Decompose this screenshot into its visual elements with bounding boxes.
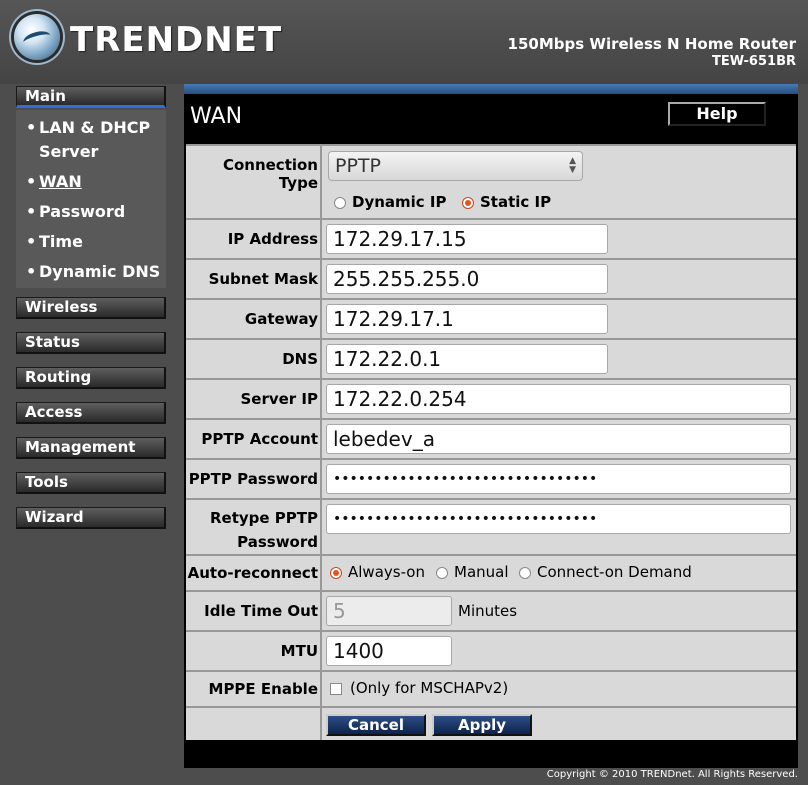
pptp-password-label: PPTP Password bbox=[186, 460, 320, 498]
checkbox-icon bbox=[330, 682, 342, 695]
nav-status[interactable]: Status bbox=[16, 332, 166, 354]
copyright: Copyright © 2010 TRENDnet. All Rights Re… bbox=[546, 769, 798, 780]
ip-address-row: IP Address 172.29.17.15 bbox=[186, 220, 796, 258]
retype-password-row: Retype PPTP Password ••••••••••••••••••••… bbox=[186, 500, 796, 554]
pptp-password-row: PPTP Password ••••••••••••••••••••••••••… bbox=[186, 460, 796, 498]
idle-time-out-row: Idle Time Out 5 Minutes bbox=[186, 592, 796, 630]
gateway-input[interactable]: 172.29.17.1 bbox=[326, 304, 608, 334]
server-ip-row: Server IP 172.22.0.254 bbox=[186, 380, 796, 418]
cancel-button[interactable]: Cancel bbox=[326, 714, 426, 736]
mppe-checkbox[interactable]: (Only for MSCHAPv2) bbox=[330, 679, 508, 697]
retype-password-input[interactable]: •••••••••••••••••••••••••••••••• bbox=[326, 504, 791, 534]
subnet-mask-label: Subnet Mask bbox=[186, 260, 320, 298]
auto-reconnect-label: Auto-reconnect bbox=[186, 556, 320, 590]
button-row: Cancel Apply bbox=[186, 708, 796, 740]
submenu-password[interactable]: • Password bbox=[26, 200, 125, 224]
pptp-account-label: PPTP Account bbox=[186, 420, 320, 458]
radio-dynamic-ip[interactable]: Dynamic IP bbox=[334, 193, 447, 211]
nav-tools[interactable]: Tools bbox=[16, 472, 166, 494]
submenu-dynamic-dns[interactable]: • Dynamic DNS bbox=[26, 260, 160, 284]
panel-top-bar bbox=[184, 84, 798, 94]
dns-row: DNS 172.22.0.1 bbox=[186, 340, 796, 378]
mtu-input[interactable]: 1400 bbox=[326, 636, 452, 666]
server-ip-input[interactable]: 172.22.0.254 bbox=[326, 384, 791, 414]
pptp-account-input[interactable]: lebedev_a bbox=[326, 424, 791, 454]
radio-static-ip[interactable]: Static IP bbox=[462, 193, 551, 211]
main-submenu: • LAN & DHCP Server • WAN • Password • Time •… bbox=[16, 110, 166, 288]
idle-time-out-label: Idle Time Out bbox=[186, 592, 320, 630]
mtu-row: MTU 1400 bbox=[186, 632, 796, 670]
retype-password-label: Retype PPTP Password bbox=[186, 500, 320, 554]
page-title: WAN bbox=[190, 104, 243, 129]
dns-input[interactable]: 172.22.0.1 bbox=[326, 344, 608, 374]
gateway-row: Gateway 172.29.17.1 bbox=[186, 300, 796, 338]
radio-selected-icon bbox=[462, 196, 474, 209]
nav-main[interactable]: Main bbox=[16, 86, 166, 108]
apply-button[interactable]: Apply bbox=[432, 714, 532, 736]
ip-address-input[interactable]: 172.29.17.15 bbox=[326, 224, 608, 254]
subnet-mask-input[interactable]: 255.255.255.0 bbox=[326, 264, 608, 294]
submenu-lan-dhcp[interactable]: • LAN & DHCP Server bbox=[26, 116, 150, 164]
wan-form: Connection Type PPTP ▲ ▼ Dynamic IP Stati… bbox=[186, 144, 796, 740]
radio-connect-on-demand[interactable]: Connect-on Demand bbox=[519, 563, 692, 581]
brand-logo-text: TRENDNET bbox=[70, 20, 283, 60]
pptp-password-input[interactable]: •••••••••••••••••••••••••••••••• bbox=[326, 464, 791, 494]
minutes-unit: Minutes bbox=[458, 602, 518, 620]
wan-panel: WAN Help Connection Type PPTP ▲ ▼ Dynamic… bbox=[184, 84, 798, 768]
connection-type-label: Connection Type bbox=[186, 146, 320, 218]
radio-always-on[interactable]: Always-on bbox=[330, 563, 425, 581]
idle-time-out-input[interactable]: 5 bbox=[326, 596, 452, 626]
select-arrows-icon: ▲ ▼ bbox=[569, 156, 576, 175]
help-button[interactable]: Help bbox=[668, 102, 766, 126]
auto-reconnect-row: Auto-reconnect Always-on Manual Connect-… bbox=[186, 556, 796, 590]
header: TRENDNET 150Mbps Wireless N Home Router … bbox=[0, 0, 808, 84]
mppe-label: MPPE Enable bbox=[186, 672, 320, 706]
product-line: 150Mbps Wireless N Home Router bbox=[507, 35, 796, 53]
dns-label: DNS bbox=[186, 340, 320, 378]
mtu-label: MTU bbox=[186, 632, 320, 670]
gateway-label: Gateway bbox=[186, 300, 320, 338]
radio-icon bbox=[334, 196, 346, 209]
nav-management[interactable]: Management bbox=[16, 437, 166, 459]
radio-icon bbox=[519, 566, 531, 579]
pptp-account-row: PPTP Account lebedev_a bbox=[186, 420, 796, 458]
submenu-time[interactable]: • Time bbox=[26, 230, 83, 254]
nav-access[interactable]: Access bbox=[16, 402, 166, 424]
nav-wizard[interactable]: Wizard bbox=[16, 507, 166, 529]
radio-selected-icon bbox=[330, 566, 342, 579]
radio-icon bbox=[436, 566, 448, 579]
product-info: 150Mbps Wireless N Home Router TEW-651BR bbox=[508, 36, 796, 70]
connection-type-select[interactable]: PPTP ▲ ▼ bbox=[328, 151, 583, 181]
ip-address-label: IP Address bbox=[186, 220, 320, 258]
subnet-mask-row: Subnet Mask 255.255.255.0 bbox=[186, 260, 796, 298]
trendnet-logo-icon bbox=[14, 14, 60, 60]
nav-wireless[interactable]: Wireless bbox=[16, 297, 166, 319]
mppe-row: MPPE Enable (Only for MSCHAPv2) bbox=[186, 672, 796, 706]
nav-routing[interactable]: Routing bbox=[16, 367, 166, 389]
model-number: TEW-651BR bbox=[712, 54, 796, 69]
radio-manual[interactable]: Manual bbox=[436, 563, 509, 581]
submenu-wan[interactable]: • WAN bbox=[26, 170, 82, 194]
connection-type-row: Connection Type PPTP ▲ ▼ Dynamic IP Stati… bbox=[186, 146, 796, 218]
server-ip-label: Server IP bbox=[186, 380, 320, 418]
